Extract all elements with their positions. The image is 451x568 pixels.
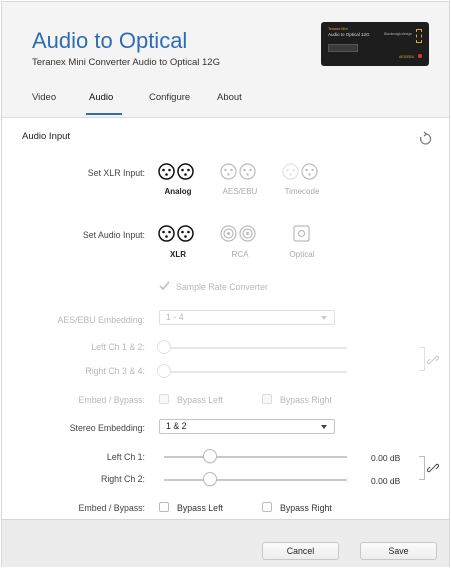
reset-icon[interactable] (417, 131, 433, 147)
rca-connector-icon (220, 225, 237, 242)
device-brand-label: Teranex Mini (328, 27, 348, 31)
link-icon[interactable] (427, 462, 439, 474)
device-model-label: Audio to Optical 12G (328, 32, 370, 37)
xlr-option-analog[interactable] (158, 163, 198, 181)
xlr-option-aes-ebu[interactable] (220, 163, 260, 181)
device-tag-label: AES/EBU (399, 55, 415, 59)
aes-right-slider-thumb[interactable] (157, 364, 171, 378)
aes-left-slider-track[interactable] (164, 347, 347, 349)
aes-bypass-right-checkbox[interactable] (262, 394, 272, 404)
right-ch-slider-thumb[interactable] (203, 472, 217, 486)
page-title: Audio to Optical (32, 28, 188, 53)
left-ch-label: Left Ch 1: (106, 452, 145, 462)
device-maker-label: Blackmagicdesign (384, 32, 413, 36)
xlr-connector-icon (220, 163, 237, 180)
device-port (328, 44, 358, 52)
aes-embedding-select[interactable]: 1 - 4 (159, 310, 335, 325)
right-ch-label: Right Ch 2: (100, 474, 145, 484)
xlr-option-analog-label: Analog (164, 187, 192, 196)
xlr-connector-icon (158, 225, 175, 242)
bypass-left-checkbox[interactable] (159, 502, 169, 512)
bypass-right-label: Bypass Right (280, 503, 332, 513)
aes-right-label: Right Ch 3 & 4: (85, 366, 145, 376)
xlr-connector-icon (177, 225, 194, 242)
bypass-right-checkbox[interactable] (262, 502, 272, 512)
aes-bypass-right-label: Bypass Right (280, 395, 332, 405)
xlr-option-timecode-label: Timecode (284, 187, 320, 196)
bypass-left-label: Bypass Left (177, 503, 223, 513)
save-button[interactable]: Save (360, 542, 437, 560)
audio-input-label: Set Audio Input: (82, 230, 145, 240)
xlr-connector-icon (177, 163, 194, 180)
page-subtitle: Teranex Mini Converter Audio to Optical … (32, 57, 220, 68)
left-ch-value: 0.00 dB (371, 453, 401, 463)
link-bracket (419, 456, 425, 480)
section-title: Audio Input (22, 131, 71, 142)
chevron-down-icon (321, 316, 327, 320)
header: Audio to Optical Teranex Mini Converter … (2, 2, 449, 80)
link-icon[interactable] (427, 354, 439, 366)
left-ch-slider-track[interactable] (164, 456, 347, 458)
right-ch-value: 0.00 dB (371, 476, 401, 486)
aes-right-slider-track[interactable] (164, 371, 347, 373)
xlr-connector-icon (301, 163, 318, 180)
stereo-embedding-value: 1 & 2 (166, 421, 187, 431)
xlr-connector-icon (282, 163, 299, 180)
aes-bypass-left-label: Bypass Left (177, 395, 223, 405)
tab-video[interactable]: Video (32, 92, 56, 103)
tab-audio[interactable]: Audio (89, 92, 113, 103)
xlr-input-label: Set XLR Input: (87, 168, 145, 178)
bypass-label: Embed / Bypass: (78, 503, 146, 513)
aes-bypass-label: Embed / Bypass: (78, 395, 146, 405)
device-led (418, 54, 422, 58)
tab-bar: Video Audio Configure About (2, 80, 449, 118)
tab-about[interactable]: About (217, 92, 242, 103)
aes-left-slider-thumb[interactable] (157, 340, 171, 354)
audio-option-xlr-label: XLR (170, 250, 186, 259)
xlr-option-aes-ebu-label: AES/EBU (222, 187, 258, 196)
window: Audio to Optical Teranex Mini Converter … (1, 1, 450, 567)
link-bracket (419, 347, 425, 371)
audio-option-xlr[interactable] (158, 225, 198, 243)
stereo-embedding-label: Stereo Embedding: (69, 423, 145, 433)
active-tab-indicator (86, 113, 122, 115)
xlr-connector-icon (158, 163, 175, 180)
aes-left-label: Left Ch 1 & 2: (91, 342, 145, 352)
right-ch-slider-track[interactable] (164, 479, 347, 481)
chevron-down-icon (321, 425, 327, 429)
rca-connector-icon (239, 225, 256, 242)
device-image: Teranex Mini Audio to Optical 12G Blackm… (321, 22, 429, 66)
audio-option-optical[interactable] (292, 225, 312, 243)
audio-option-rca-label: RCA (231, 250, 249, 259)
aes-bypass-left-checkbox[interactable] (159, 394, 169, 404)
tab-configure[interactable]: Configure (149, 92, 190, 103)
stereo-embedding-select[interactable]: 1 & 2 (159, 419, 335, 434)
aes-embedding-label: AES/EBU Embedding: (57, 315, 145, 325)
cancel-button[interactable]: Cancel (262, 542, 339, 560)
xlr-connector-icon (239, 163, 256, 180)
audio-option-rca[interactable] (220, 225, 260, 243)
xlr-option-timecode[interactable] (282, 163, 322, 181)
footer-bar: Cancel Save (2, 519, 449, 567)
sample-rate-converter-checkbox[interactable] (157, 279, 287, 293)
audio-option-optical-label: Optical (289, 250, 315, 259)
device-knob (416, 29, 422, 43)
left-ch-slider-thumb[interactable] (203, 449, 217, 463)
optical-connector-icon (293, 225, 310, 242)
aes-embedding-value: 1 - 4 (166, 312, 184, 322)
